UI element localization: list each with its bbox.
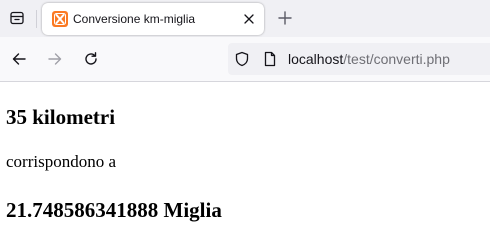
tab-strip: Conversione km-miglia bbox=[0, 0, 490, 37]
page-content: 35 kilometri corrispondono a 21.74858634… bbox=[0, 82, 490, 248]
tab-title: Conversione km-miglia bbox=[73, 12, 196, 26]
xampp-favicon-icon bbox=[52, 11, 68, 27]
url-path: /test/converti.php bbox=[343, 51, 450, 67]
page-icon[interactable] bbox=[262, 51, 278, 67]
tab-separator bbox=[36, 10, 37, 28]
tab-list-icon[interactable] bbox=[4, 5, 30, 31]
kilometers-heading: 35 kilometri bbox=[6, 105, 116, 129]
shield-icon[interactable] bbox=[234, 51, 250, 67]
url-host: localhost bbox=[288, 51, 344, 67]
close-icon[interactable] bbox=[241, 11, 257, 27]
connector-text: corrispondono a bbox=[6, 152, 117, 171]
miles-result-heading: 21.748586341888 Miglia bbox=[6, 198, 222, 222]
tab-active[interactable]: Conversione km-miglia bbox=[42, 3, 264, 35]
reload-icon[interactable] bbox=[79, 47, 103, 71]
arrow-right-icon[interactable] bbox=[43, 47, 67, 71]
url-bar[interactable]: localhost/test/converti.php bbox=[228, 43, 490, 75]
navigation-bar: localhost/test/converti.php bbox=[0, 37, 490, 82]
plus-icon[interactable] bbox=[273, 6, 297, 30]
url-text[interactable]: localhost/test/converti.php bbox=[288, 51, 450, 67]
arrow-left-icon[interactable] bbox=[7, 47, 31, 71]
